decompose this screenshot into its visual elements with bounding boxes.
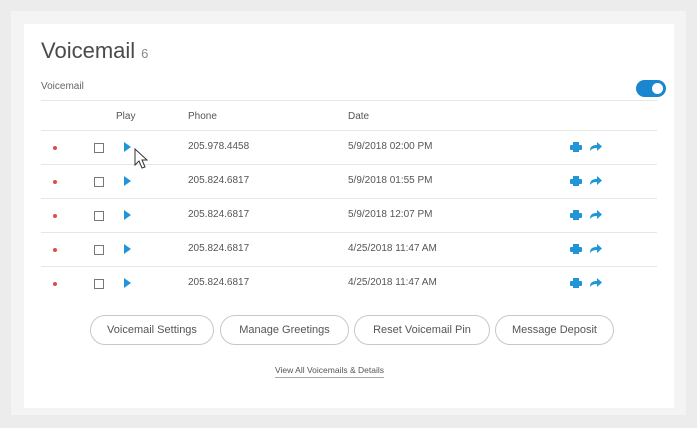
- column-header-date: Date: [348, 111, 370, 122]
- phone-number: 205.824.6817: [188, 243, 250, 254]
- play-icon[interactable]: [124, 176, 131, 186]
- voicemail-settings-button[interactable]: Voicemail Settings: [90, 315, 214, 345]
- phone-number: 205.824.6817: [188, 209, 250, 220]
- table-row[interactable]: 205.824.6817 4/25/2018 11:47 AM: [41, 267, 657, 301]
- table-row[interactable]: 205.824.6817 4/25/2018 11:47 AM: [41, 233, 657, 267]
- phone-number: 205.824.6817: [188, 175, 250, 186]
- section-label: Voicemail: [41, 81, 84, 92]
- table-row[interactable]: 205.824.6817 5/9/2018 01:55 PM: [41, 165, 657, 199]
- forward-icon[interactable]: [589, 141, 602, 152]
- voicemail-date: 4/25/2018 11:47 AM: [348, 243, 437, 254]
- unread-dot-icon: [53, 248, 57, 252]
- manage-greetings-button[interactable]: Manage Greetings: [220, 315, 349, 345]
- play-icon[interactable]: [124, 142, 131, 152]
- row-checkbox[interactable]: [94, 245, 104, 255]
- row-checkbox[interactable]: [94, 143, 104, 153]
- page: Voicemail 6 Voicemail Play Phone Date 205…: [0, 0, 697, 428]
- toggle-knob: [652, 83, 663, 94]
- voicemail-date: 4/25/2018 11:47 AM: [348, 277, 437, 288]
- divider: [41, 100, 657, 101]
- unread-dot-icon: [53, 282, 57, 286]
- play-icon[interactable]: [124, 210, 131, 220]
- voicemail-date: 5/9/2018 12:07 PM: [348, 209, 433, 220]
- voicemail-count: 6: [141, 46, 149, 61]
- forward-icon[interactable]: [589, 243, 602, 254]
- phone-number: 205.978.4458: [188, 141, 250, 152]
- reset-voicemail-pin-button[interactable]: Reset Voicemail Pin: [354, 315, 490, 345]
- play-icon[interactable]: [124, 244, 131, 254]
- page-title: Voicemail 6: [41, 38, 148, 64]
- title-text: Voicemail: [41, 38, 136, 63]
- row-checkbox[interactable]: [94, 211, 104, 221]
- view-all-voicemails-link[interactable]: View All Voicemails & Details: [275, 365, 384, 378]
- phone-number: 205.824.6817: [188, 277, 250, 288]
- play-icon[interactable]: [124, 278, 131, 288]
- unread-dot-icon: [53, 214, 57, 218]
- voicemail-date: 5/9/2018 01:55 PM: [348, 175, 433, 186]
- forward-icon[interactable]: [589, 277, 602, 288]
- column-header-play: Play: [116, 111, 136, 122]
- forward-icon[interactable]: [589, 209, 602, 220]
- row-checkbox[interactable]: [94, 177, 104, 187]
- unread-dot-icon: [53, 146, 57, 150]
- print-icon[interactable]: [570, 278, 582, 288]
- forward-icon[interactable]: [589, 175, 602, 186]
- voicemail-card: Voicemail 6 Voicemail Play Phone Date 205…: [24, 24, 674, 408]
- print-icon[interactable]: [570, 142, 582, 152]
- print-icon[interactable]: [570, 210, 582, 220]
- voicemail-toggle[interactable]: [636, 80, 666, 97]
- table-row[interactable]: 205.824.6817 5/9/2018 12:07 PM: [41, 199, 657, 233]
- unread-dot-icon: [53, 180, 57, 184]
- print-icon[interactable]: [570, 244, 582, 254]
- row-checkbox[interactable]: [94, 279, 104, 289]
- mouse-cursor-icon: [134, 148, 148, 169]
- print-icon[interactable]: [570, 176, 582, 186]
- voicemail-date: 5/9/2018 02:00 PM: [348, 141, 433, 152]
- message-deposit-button[interactable]: Message Deposit: [495, 315, 614, 345]
- column-header-phone: Phone: [188, 111, 217, 122]
